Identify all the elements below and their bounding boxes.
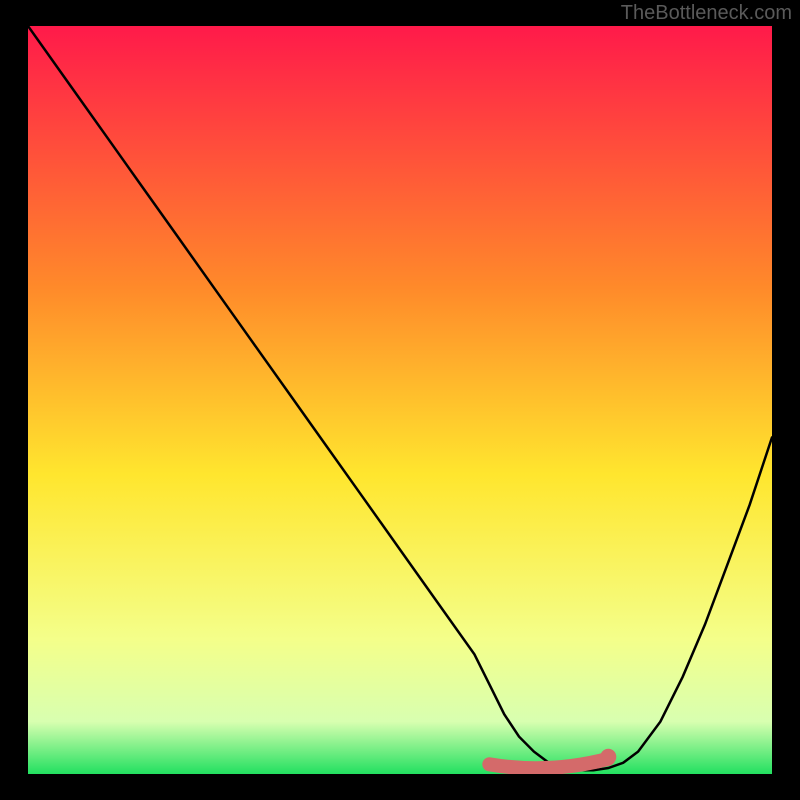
gradient-background [28, 26, 772, 774]
watermark-text: TheBottleneck.com [621, 2, 792, 25]
optimal-point-dot [600, 749, 616, 765]
chart-svg [28, 26, 772, 774]
chart-plot-area [28, 26, 772, 774]
